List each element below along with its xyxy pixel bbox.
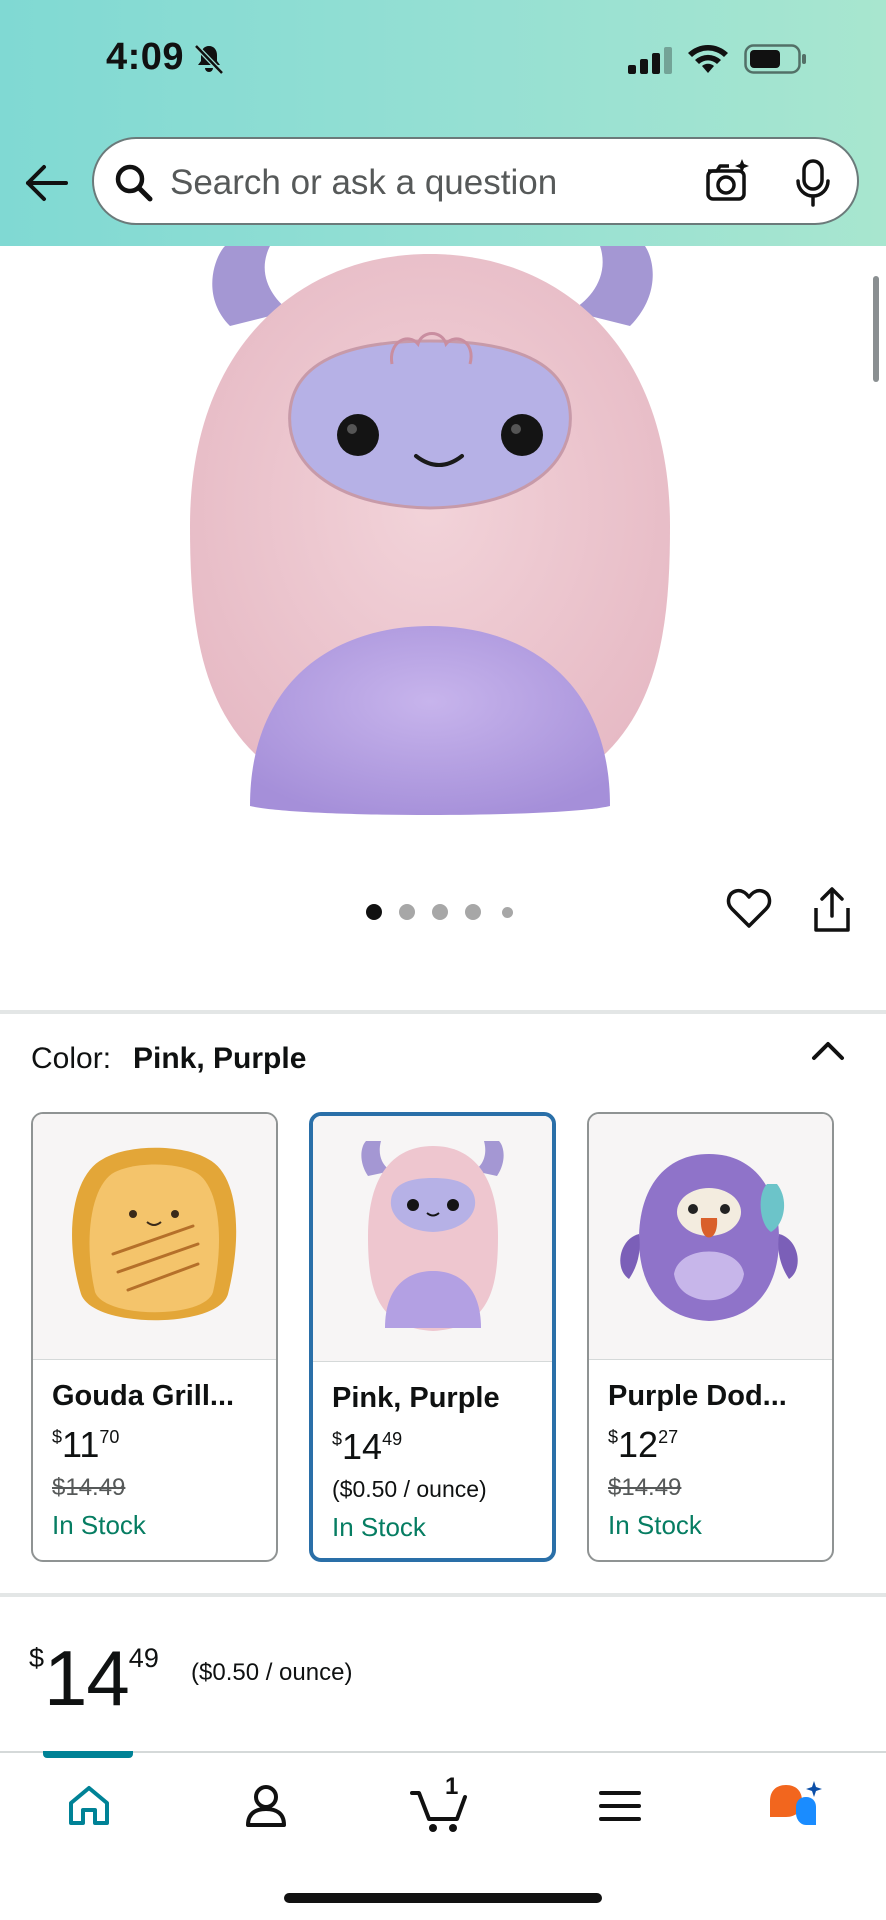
back-arrow-icon[interactable] <box>20 158 76 208</box>
chevron-up-icon[interactable] <box>808 1036 848 1064</box>
price-whole: 14 <box>44 1634 130 1722</box>
price-fraction: 49 <box>128 1643 159 1673</box>
home-icon[interactable] <box>66 1783 112 1827</box>
price-whole: 14 <box>342 1426 383 1467</box>
variant-card-purple-dodo[interactable]: Purple Dod... $1227 $14.49 In Stock <box>587 1112 834 1562</box>
carousel-dot[interactable] <box>465 904 481 920</box>
cart-icon <box>410 1791 467 1832</box>
menu-icon[interactable] <box>598 1789 642 1823</box>
nav-active-indicator <box>43 1751 133 1758</box>
variant-thumbnail <box>33 1114 276 1360</box>
color-label: Color: <box>31 1042 112 1075</box>
price-fraction: 70 <box>99 1427 120 1447</box>
carousel-dot[interactable] <box>432 904 448 920</box>
variant-thumbnail <box>589 1114 832 1360</box>
variant-card-pink-purple[interactable]: Pink, Purple $1449 ($0.50 / ounce) In St… <box>309 1112 556 1562</box>
microphone-icon[interactable] <box>791 157 835 209</box>
unit-price: ($0.50 / ounce) <box>191 1659 353 1686</box>
status-time: 4:09 <box>106 36 185 78</box>
variant-name: Purple Dod... <box>608 1380 787 1412</box>
price-whole: 11 <box>62 1424 100 1465</box>
variant-price: $1227 <box>608 1424 678 1466</box>
variant-stock: In Stock <box>332 1512 426 1542</box>
rufus-assistant-icon[interactable] <box>766 1779 824 1831</box>
purple-dodo-plush-image <box>620 1154 798 1321</box>
search-icon <box>115 164 153 202</box>
battery-icon <box>744 44 806 74</box>
search-bar[interactable]: Search or ask a question <box>92 137 859 225</box>
price-fraction: 49 <box>382 1429 403 1449</box>
gouda-grill-plush-image <box>72 1147 237 1321</box>
product-price: $1449 <box>29 1633 159 1724</box>
signal-icon <box>628 47 672 74</box>
share-icon[interactable] <box>812 886 852 934</box>
cart-button[interactable]: 1 <box>409 1773 471 1840</box>
price-symbol: $ <box>52 1427 63 1447</box>
variant-name: Gouda Grill... <box>52 1380 235 1412</box>
section-divider <box>0 1593 886 1597</box>
variant-list-price: $14.49 <box>52 1474 126 1501</box>
price-symbol: $ <box>29 1643 45 1673</box>
pink-purple-plush-image <box>361 1141 504 1331</box>
price-symbol: $ <box>608 1427 619 1447</box>
scrollbar-thumb[interactable] <box>873 276 879 382</box>
bell-slash-icon <box>194 44 224 75</box>
variant-card-gouda-grill[interactable]: Gouda Grill... $1170 $14.49 In Stock <box>31 1112 278 1562</box>
home-indicator <box>284 1893 602 1903</box>
variant-name: Pink, Purple <box>332 1382 500 1414</box>
variant-list-price: $14.49 <box>608 1474 682 1501</box>
carousel-dot[interactable] <box>399 904 415 920</box>
variant-price: $1170 <box>52 1424 119 1466</box>
price-fraction: 27 <box>658 1427 679 1447</box>
product-image[interactable] <box>160 246 700 836</box>
price-whole: 12 <box>618 1424 659 1465</box>
heart-icon[interactable] <box>726 888 772 930</box>
camera-sparkle-icon[interactable] <box>702 157 752 207</box>
variant-stock: In Stock <box>52 1510 146 1540</box>
variant-thumbnail <box>313 1116 552 1362</box>
search-input[interactable]: Search or ask a question <box>170 163 557 203</box>
header: 4:09 Search or ask a question <box>0 0 886 246</box>
carousel-dot[interactable] <box>366 904 382 920</box>
selected-color: Pink, Purple <box>133 1042 307 1075</box>
section-divider <box>0 1010 886 1014</box>
variant-stock: In Stock <box>608 1510 702 1540</box>
account-icon[interactable] <box>244 1783 288 1829</box>
wifi-icon <box>688 45 728 73</box>
variant-price: $1449 <box>332 1426 402 1468</box>
variant-unit-price: ($0.50 / ounce) <box>332 1476 487 1502</box>
price-symbol: $ <box>332 1429 343 1449</box>
cart-count: 1 <box>445 1773 459 1800</box>
carousel-dot[interactable] <box>502 907 513 918</box>
